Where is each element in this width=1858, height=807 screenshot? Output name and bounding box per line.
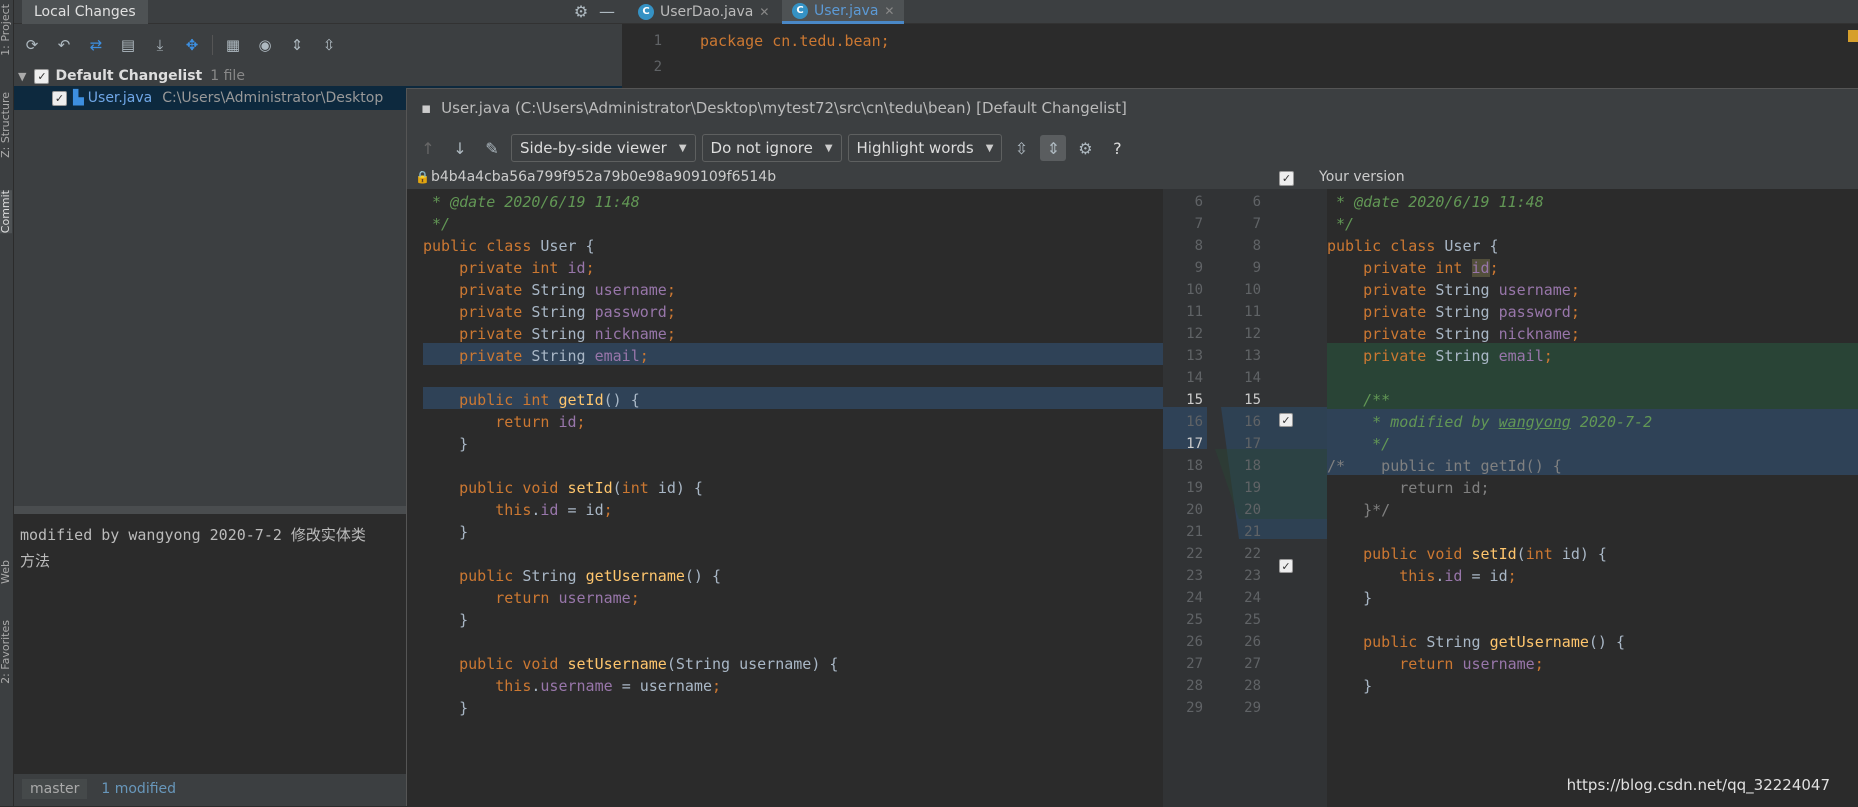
diff-window-icon: ▪ <box>421 99 432 117</box>
shelve-icon[interactable]: ▤ <box>116 33 140 57</box>
refresh-icon[interactable]: ⟳ <box>20 33 44 57</box>
sync-scroll-icon[interactable]: ⇕ <box>1040 135 1067 161</box>
editor-tabbar: C UserDao.java ✕ C User.java ✕ <box>622 0 1858 24</box>
minimize-icon[interactable]: — <box>596 0 618 22</box>
collapse-all-icon[interactable]: ⇳ <box>317 33 341 57</box>
branch-label[interactable]: master <box>22 779 88 799</box>
previous-difference-icon[interactable]: ↑ <box>415 135 441 161</box>
next-difference-icon[interactable]: ↓ <box>447 135 473 161</box>
chevron-down-icon[interactable]: ▼ <box>18 70 26 83</box>
file-name: User.java <box>87 90 153 106</box>
class-icon: C <box>638 4 654 20</box>
line-number: 1 <box>653 33 662 49</box>
update-icon[interactable]: ⤓ <box>148 33 172 57</box>
close-icon[interactable]: ✕ <box>759 5 769 19</box>
commit-tabbar: Local Changes ⚙ — <box>14 0 622 24</box>
right-code-pane[interactable]: * @date 2020/6/19 11:48 */ public class … <box>1327 189 1858 807</box>
apply-change-checkbox[interactable]: ✓ <box>1279 559 1293 573</box>
warning-marker <box>1848 30 1858 42</box>
code-line: package cn.tedu.bean; <box>700 32 890 50</box>
commit-tool-tab[interactable]: Commit <box>0 190 12 234</box>
file-path: C:\Users\Administrator\Desktop <box>162 90 384 106</box>
chevron-down-icon: ▼ <box>985 142 994 154</box>
tab-label: UserDao.java <box>660 4 754 20</box>
apply-checkbox[interactable]: ✓ <box>1279 171 1294 186</box>
tool-stripe: 1: Project Z: Structure Commit Web 2: Fa… <box>0 0 14 806</box>
rollback-icon[interactable]: ↶ <box>52 33 76 57</box>
watermark-url: https://blog.csdn.net/qq_32224047 <box>1566 776 1830 794</box>
local-changes-tab[interactable]: Local Changes <box>22 0 148 24</box>
structure-tool-tab[interactable]: Z: Structure <box>0 92 12 158</box>
file-checkbox[interactable]: ✓ <box>52 90 67 106</box>
tab-label: User.java <box>814 2 879 19</box>
changelist-checkbox[interactable]: ✓ <box>34 68 50 84</box>
edit-icon[interactable]: ✎ <box>479 135 505 161</box>
expand-icon[interactable]: ✥ <box>180 33 204 57</box>
code-line: } <box>1327 677 1373 695</box>
tab-user[interactable]: C User.java ✕ <box>782 0 905 24</box>
show-diff-icon[interactable]: ⇄ <box>84 33 108 57</box>
help-icon[interactable]: ? <box>1104 135 1130 161</box>
project-tool-tab[interactable]: 1: Project <box>0 4 12 56</box>
changelist-row[interactable]: ▼ ✓ Default Changelist 1 file <box>14 64 622 88</box>
chevron-down-icon: ▼ <box>678 142 687 154</box>
diff-gutter: 6 7 8 9 10 11 12 13 14 15 16 17 18 19 20 21 22 23 24 25 26 27… <box>1163 189 1327 807</box>
background-editor: 1 2 package cn.tedu.bean; <box>622 24 1858 94</box>
viewer-dropdown-value: Side-by-side viewer <box>520 139 667 157</box>
code-line: } <box>423 699 469 717</box>
eye-icon[interactable]: ◉ <box>253 33 277 57</box>
favorites-tool-tab[interactable]: 2: Favorites <box>0 620 12 684</box>
collapse-unchanged-icon[interactable]: ⇳ <box>1008 135 1034 161</box>
code-line: } <box>423 611 469 629</box>
java-file-icon: ▙ <box>73 90 84 106</box>
modified-count[interactable]: 1 modified <box>101 781 176 797</box>
ignore-dropdown-value: Do not ignore <box>710 139 813 157</box>
diff-toolbar: ↑ ↓ ✎ Side-by-side viewer ▼ Do not ignor… <box>407 127 1858 169</box>
code-line: } <box>423 523 469 541</box>
line-number: 2 <box>653 59 662 75</box>
diff-header: 🔒 b4b4a4cba56a799f952a79b0e98a909109f651… <box>407 169 1858 189</box>
toolbar-separator <box>212 35 213 55</box>
ignore-dropdown[interactable]: Do not ignore ▼ <box>701 134 842 162</box>
changelist-name: Default Changelist <box>55 68 203 84</box>
right-line-number: 29 <box>1244 700 1261 716</box>
code-line: }*/ <box>1327 501 1391 519</box>
close-icon[interactable]: ✕ <box>884 4 894 18</box>
code-line: * @date 2020/6/19 11:48 <box>1327 193 1544 211</box>
commit-statusbar: master 1 modified <box>22 776 176 802</box>
diff-title-bar: ▪ User.java (C:\Users\Administrator\Desk… <box>407 89 1858 127</box>
code-line: private String email; <box>1363 347 1553 365</box>
code-line: } <box>423 435 469 453</box>
class-icon: C <box>792 2 808 19</box>
tab-userdao[interactable]: C UserDao.java ✕ <box>628 0 779 24</box>
gear-icon[interactable]: ⚙ <box>570 0 592 22</box>
expand-all-icon[interactable]: ⇕ <box>285 33 309 57</box>
settings-icon[interactable]: ⚙ <box>1072 135 1098 161</box>
code-line: } <box>1327 589 1373 607</box>
group-icon[interactable]: ▦ <box>221 33 245 57</box>
your-version-label: Your version <box>1319 169 1405 185</box>
highlight-dropdown-value: Highlight words <box>856 139 974 157</box>
left-line-number: 29 <box>1186 700 1203 716</box>
web-tool-tab[interactable]: Web <box>0 560 12 584</box>
changelist-count: 1 file <box>210 68 245 84</box>
code-line: private String email; <box>459 347 649 365</box>
diff-title: User.java (C:\Users\Administrator\Deskto… <box>441 99 1127 117</box>
lock-icon: 🔒 <box>415 170 430 184</box>
diff-window: ▪ User.java (C:\Users\Administrator\Desk… <box>406 88 1858 807</box>
viewer-dropdown[interactable]: Side-by-side viewer ▼ <box>511 134 696 162</box>
chevron-down-icon: ▼ <box>824 142 833 154</box>
apply-change-checkbox[interactable]: ✓ <box>1279 413 1293 427</box>
commit-toolbar: ⟳ ↶ ⇄ ▤ ⤓ ✥ ▦ ◉ ⇕ ⇳ <box>14 30 622 60</box>
left-code-pane[interactable]: * @date 2020/6/19 11:48 */ public class … <box>423 189 1163 807</box>
code-line: * @date 2020/6/19 11:48 <box>423 193 640 211</box>
highlight-dropdown[interactable]: Highlight words ▼ <box>847 134 1003 162</box>
base-revision: b4b4a4cba56a799f952a79b0e98a909109f6514b <box>431 169 777 185</box>
